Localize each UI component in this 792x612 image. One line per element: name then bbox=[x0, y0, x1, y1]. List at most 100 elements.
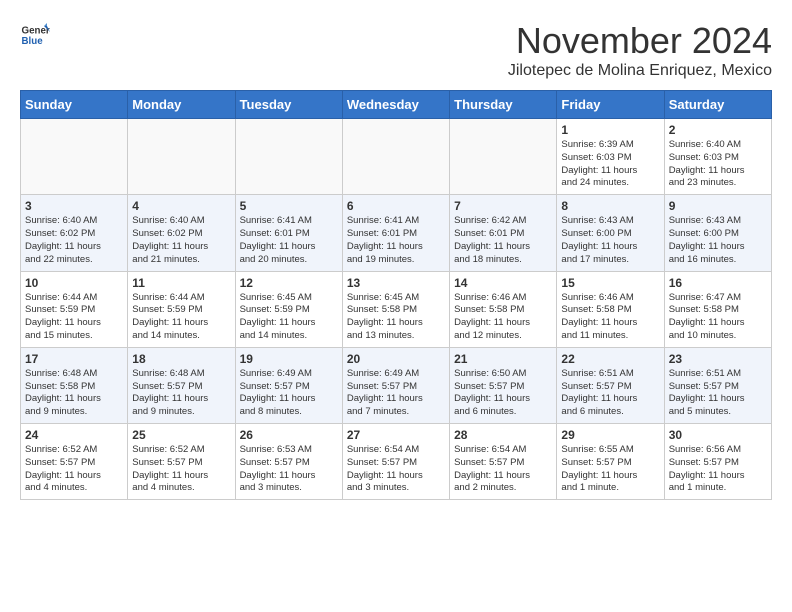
calendar-day: 19 Sunrise: 6:49 AM Sunset: 5:57 PM Dayli… bbox=[235, 347, 342, 423]
day-number: 25 bbox=[132, 428, 230, 442]
day-number: 1 bbox=[561, 123, 659, 137]
day-info: Sunrise: 6:44 AM Sunset: 5:59 PM Dayligh… bbox=[132, 292, 230, 343]
col-header-sunday: Sunday bbox=[21, 91, 128, 119]
day-info: Sunrise: 6:40 AM Sunset: 6:02 PM Dayligh… bbox=[25, 215, 123, 266]
calendar-day: 29 Sunrise: 6:55 AM Sunset: 5:57 PM Dayli… bbox=[557, 424, 664, 500]
day-number: 21 bbox=[454, 352, 552, 366]
day-info: Sunrise: 6:41 AM Sunset: 6:01 PM Dayligh… bbox=[347, 215, 445, 266]
calendar-day: 23Sunrise: 6:51 AM Sunset: 5:57 PM Dayli… bbox=[664, 347, 771, 423]
day-number: 4 bbox=[132, 199, 230, 213]
calendar-day: 14Sunrise: 6:46 AM Sunset: 5:58 PM Dayli… bbox=[450, 271, 557, 347]
calendar-day: 6 Sunrise: 6:41 AM Sunset: 6:01 PM Daylig… bbox=[342, 195, 449, 271]
day-number: 15 bbox=[561, 276, 659, 290]
day-number: 14 bbox=[454, 276, 552, 290]
day-info: Sunrise: 6:51 AM Sunset: 5:57 PM Dayligh… bbox=[561, 368, 659, 419]
calendar-day: 17 Sunrise: 6:48 AM Sunset: 5:58 PM Dayli… bbox=[21, 347, 128, 423]
day-info: Sunrise: 6:53 AM Sunset: 5:57 PM Dayligh… bbox=[240, 444, 338, 495]
col-header-saturday: Saturday bbox=[664, 91, 771, 119]
day-number: 20 bbox=[347, 352, 445, 366]
calendar-week-row: 24 Sunrise: 6:52 AM Sunset: 5:57 PM Dayli… bbox=[21, 424, 772, 500]
day-info: Sunrise: 6:55 AM Sunset: 5:57 PM Dayligh… bbox=[561, 444, 659, 495]
day-info: Sunrise: 6:54 AM Sunset: 5:57 PM Dayligh… bbox=[347, 444, 445, 495]
day-number: 3 bbox=[25, 199, 123, 213]
day-number: 26 bbox=[240, 428, 338, 442]
calendar-day: 18 Sunrise: 6:48 AM Sunset: 5:57 PM Dayli… bbox=[128, 347, 235, 423]
calendar-day bbox=[21, 119, 128, 195]
day-number: 11 bbox=[132, 276, 230, 290]
day-info: Sunrise: 6:44 AM Sunset: 5:59 PM Dayligh… bbox=[25, 292, 123, 343]
calendar-day: 28Sunrise: 6:54 AM Sunset: 5:57 PM Dayli… bbox=[450, 424, 557, 500]
calendar-day: 12 Sunrise: 6:45 AM Sunset: 5:59 PM Dayli… bbox=[235, 271, 342, 347]
day-number: 16 bbox=[669, 276, 767, 290]
calendar-day bbox=[450, 119, 557, 195]
day-info: Sunrise: 6:56 AM Sunset: 5:57 PM Dayligh… bbox=[669, 444, 767, 495]
calendar-day: 8 Sunrise: 6:43 AM Sunset: 6:00 PM Daylig… bbox=[557, 195, 664, 271]
day-info: Sunrise: 6:45 AM Sunset: 5:58 PM Dayligh… bbox=[347, 292, 445, 343]
calendar-day: 2 Sunrise: 6:40 AM Sunset: 6:03 PM Daylig… bbox=[664, 119, 771, 195]
calendar-day: 13 Sunrise: 6:45 AM Sunset: 5:58 PM Dayli… bbox=[342, 271, 449, 347]
day-number: 8 bbox=[561, 199, 659, 213]
col-header-monday: Monday bbox=[128, 91, 235, 119]
day-info: Sunrise: 6:42 AM Sunset: 6:01 PM Dayligh… bbox=[454, 215, 552, 266]
calendar-day: 4 Sunrise: 6:40 AM Sunset: 6:02 PM Daylig… bbox=[128, 195, 235, 271]
day-info: Sunrise: 6:47 AM Sunset: 5:58 PM Dayligh… bbox=[669, 292, 767, 343]
calendar-day: 15Sunrise: 6:46 AM Sunset: 5:58 PM Dayli… bbox=[557, 271, 664, 347]
day-number: 18 bbox=[132, 352, 230, 366]
day-number: 19 bbox=[240, 352, 338, 366]
calendar-week-row: 1 Sunrise: 6:39 AM Sunset: 6:03 PM Daylig… bbox=[21, 119, 772, 195]
day-number: 28 bbox=[454, 428, 552, 442]
day-info: Sunrise: 6:43 AM Sunset: 6:00 PM Dayligh… bbox=[669, 215, 767, 266]
calendar-day: 3 Sunrise: 6:40 AM Sunset: 6:02 PM Daylig… bbox=[21, 195, 128, 271]
col-header-tuesday: Tuesday bbox=[235, 91, 342, 119]
day-info: Sunrise: 6:49 AM Sunset: 5:57 PM Dayligh… bbox=[240, 368, 338, 419]
day-number: 22 bbox=[561, 352, 659, 366]
day-number: 2 bbox=[669, 123, 767, 137]
calendar-day: 1 Sunrise: 6:39 AM Sunset: 6:03 PM Daylig… bbox=[557, 119, 664, 195]
month-title: November 2024 bbox=[508, 20, 772, 62]
calendar-day: 20 Sunrise: 6:49 AM Sunset: 5:57 PM Dayli… bbox=[342, 347, 449, 423]
title-block: November 2024 Jilotepec de Molina Enriqu… bbox=[508, 20, 772, 80]
day-info: Sunrise: 6:40 AM Sunset: 6:02 PM Dayligh… bbox=[132, 215, 230, 266]
day-info: Sunrise: 6:41 AM Sunset: 6:01 PM Dayligh… bbox=[240, 215, 338, 266]
calendar-day: 26 Sunrise: 6:53 AM Sunset: 5:57 PM Dayli… bbox=[235, 424, 342, 500]
calendar-day: 9 Sunrise: 6:43 AM Sunset: 6:00 PM Daylig… bbox=[664, 195, 771, 271]
col-header-wednesday: Wednesday bbox=[342, 91, 449, 119]
day-info: Sunrise: 6:52 AM Sunset: 5:57 PM Dayligh… bbox=[132, 444, 230, 495]
calendar-day: 27 Sunrise: 6:54 AM Sunset: 5:57 PM Dayli… bbox=[342, 424, 449, 500]
calendar-day: 7 Sunrise: 6:42 AM Sunset: 6:01 PM Daylig… bbox=[450, 195, 557, 271]
day-number: 6 bbox=[347, 199, 445, 213]
day-info: Sunrise: 6:48 AM Sunset: 5:57 PM Dayligh… bbox=[132, 368, 230, 419]
calendar-week-row: 3 Sunrise: 6:40 AM Sunset: 6:02 PM Daylig… bbox=[21, 195, 772, 271]
calendar-day bbox=[235, 119, 342, 195]
day-info: Sunrise: 6:48 AM Sunset: 5:58 PM Dayligh… bbox=[25, 368, 123, 419]
day-info: Sunrise: 6:45 AM Sunset: 5:59 PM Dayligh… bbox=[240, 292, 338, 343]
calendar-table: SundayMondayTuesdayWednesdayThursdayFrid… bbox=[20, 90, 772, 500]
day-number: 13 bbox=[347, 276, 445, 290]
day-number: 10 bbox=[25, 276, 123, 290]
calendar-day: 10 Sunrise: 6:44 AM Sunset: 5:59 PM Dayli… bbox=[21, 271, 128, 347]
day-number: 24 bbox=[25, 428, 123, 442]
col-header-friday: Friday bbox=[557, 91, 664, 119]
day-info: Sunrise: 6:40 AM Sunset: 6:03 PM Dayligh… bbox=[669, 139, 767, 190]
day-number: 17 bbox=[25, 352, 123, 366]
calendar-day: 21Sunrise: 6:50 AM Sunset: 5:57 PM Dayli… bbox=[450, 347, 557, 423]
day-number: 27 bbox=[347, 428, 445, 442]
calendar-day bbox=[128, 119, 235, 195]
day-number: 29 bbox=[561, 428, 659, 442]
logo-icon: General Blue bbox=[20, 20, 50, 50]
day-number: 23 bbox=[669, 352, 767, 366]
svg-text:Blue: Blue bbox=[22, 36, 44, 47]
calendar-day: 5Sunrise: 6:41 AM Sunset: 6:01 PM Daylig… bbox=[235, 195, 342, 271]
calendar-day: 22 Sunrise: 6:51 AM Sunset: 5:57 PM Dayli… bbox=[557, 347, 664, 423]
day-number: 9 bbox=[669, 199, 767, 213]
day-info: Sunrise: 6:52 AM Sunset: 5:57 PM Dayligh… bbox=[25, 444, 123, 495]
header: General Blue November 2024 Jilotepec de … bbox=[20, 20, 772, 80]
day-number: 12 bbox=[240, 276, 338, 290]
day-number: 30 bbox=[669, 428, 767, 442]
col-header-thursday: Thursday bbox=[450, 91, 557, 119]
day-info: Sunrise: 6:39 AM Sunset: 6:03 PM Dayligh… bbox=[561, 139, 659, 190]
calendar-week-row: 10 Sunrise: 6:44 AM Sunset: 5:59 PM Dayli… bbox=[21, 271, 772, 347]
day-info: Sunrise: 6:49 AM Sunset: 5:57 PM Dayligh… bbox=[347, 368, 445, 419]
day-number: 7 bbox=[454, 199, 552, 213]
day-info: Sunrise: 6:43 AM Sunset: 6:00 PM Dayligh… bbox=[561, 215, 659, 266]
